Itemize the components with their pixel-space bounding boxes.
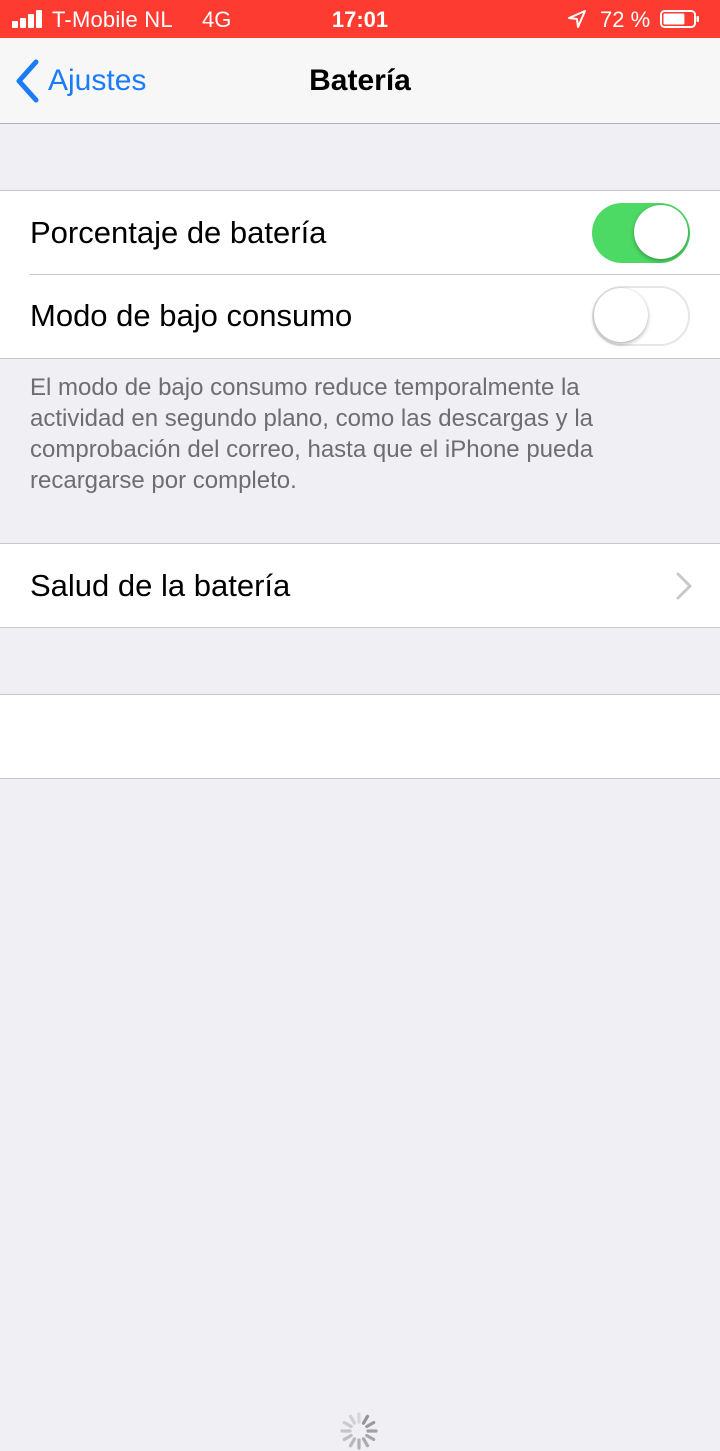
page-title: Batería <box>309 64 411 97</box>
battery-icon <box>660 10 699 28</box>
battery-percentage-row: Porcentaje de batería <box>0 191 720 274</box>
battery-health-row[interactable]: Salud de la batería <box>0 544 720 627</box>
location-arrow-icon <box>568 10 586 28</box>
status-bar: T-Mobile NL 4G 17:01 72 % <box>0 0 720 38</box>
navigation-bar: Ajustes Batería <box>0 38 720 124</box>
toggle-knob <box>634 205 688 259</box>
low-power-mode-toggle[interactable] <box>592 286 690 346</box>
spinner-spoke <box>361 1414 370 1425</box>
battery-percentage-toggle[interactable] <box>592 203 690 263</box>
battery-health-group: Salud de la batería <box>0 543 720 628</box>
spinner-spoke <box>365 1433 376 1442</box>
spinner-spoke <box>365 1420 376 1429</box>
spinner-spoke <box>348 1414 357 1425</box>
low-power-mode-row: Modo de bajo consumo <box>0 274 720 357</box>
low-power-mode-description: El modo de bajo consumo reduce temporalm… <box>30 374 594 494</box>
battery-settings-group: Porcentaje de batería Modo de bajo consu… <box>0 190 720 359</box>
spinner-spoke <box>361 1437 370 1448</box>
battery-health-label: Salud de la batería <box>30 568 291 603</box>
battery-percentage-label: Porcentaje de batería <box>30 215 327 250</box>
loading-group <box>0 694 720 1450</box>
spinner-spoke <box>342 1420 353 1429</box>
spinner-spoke <box>348 1437 357 1448</box>
spinner-spoke <box>342 1433 353 1442</box>
chevron-right-icon <box>676 572 692 600</box>
low-power-mode-label: Modo de bajo consumo <box>30 298 353 333</box>
battery-percent: 72 % <box>600 7 651 32</box>
toggle-knob <box>594 288 648 342</box>
activity-spinner-icon <box>340 1412 378 1450</box>
